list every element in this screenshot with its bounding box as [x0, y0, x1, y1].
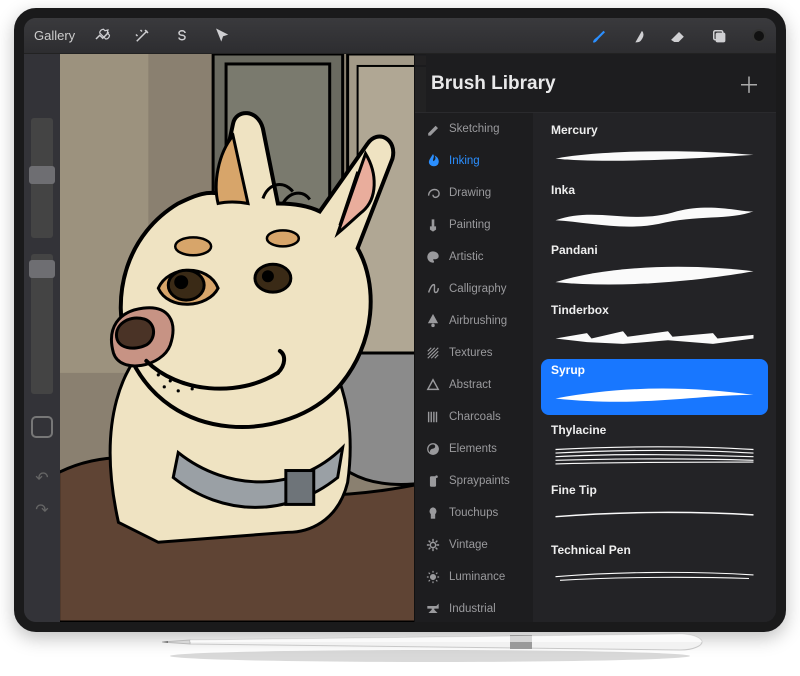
pencil-icon: [425, 121, 441, 137]
yinyang-icon: [425, 441, 441, 457]
s-tool-icon[interactable]: [169, 23, 195, 49]
brush-name: Thylacine: [551, 423, 758, 437]
category-label: Elements: [449, 443, 497, 455]
anvil-icon: [425, 601, 441, 617]
top-toolbar: Gallery: [24, 18, 776, 54]
brushes-list: Mercury Inka Pandani Tinderbox Syrup Thylacin…: [533, 113, 776, 622]
apple-pencil-illustration: [150, 620, 710, 664]
category-airbrushing[interactable]: Airbrushing: [415, 305, 533, 337]
brush-thylacine[interactable]: Thylacine: [541, 419, 768, 475]
category-artistic[interactable]: Artistic: [415, 241, 533, 273]
brush-tinderbox[interactable]: Tinderbox: [541, 299, 768, 355]
app-screen: Gallery: [24, 18, 776, 622]
category-label: Airbrushing: [449, 315, 507, 327]
brush-mercury[interactable]: Mercury: [541, 119, 768, 175]
category-label: Touchups: [449, 507, 498, 519]
brush-name: Mercury: [551, 123, 758, 137]
sun-icon: [425, 569, 441, 585]
category-sketching[interactable]: Sketching: [415, 113, 533, 145]
eraser-tool-icon[interactable]: [666, 23, 692, 49]
layers-icon[interactable]: [706, 23, 732, 49]
category-inking[interactable]: Inking: [415, 145, 533, 177]
category-luminance[interactable]: Luminance: [415, 561, 533, 593]
canvas-area[interactable]: [60, 54, 426, 622]
category-spraypaints[interactable]: Spraypaints: [415, 465, 533, 497]
category-vintage[interactable]: Vintage: [415, 529, 533, 561]
redo-icon[interactable]: ↷: [35, 500, 48, 520]
category-calligraphy[interactable]: Calligraphy: [415, 273, 533, 305]
add-brush-icon[interactable]: ＋: [738, 68, 760, 100]
category-touchups[interactable]: Touchups: [415, 497, 533, 529]
triangle-icon: [425, 377, 441, 393]
brush-size-slider[interactable]: [31, 118, 53, 238]
category-abstract[interactable]: Abstract: [415, 369, 533, 401]
wrench-icon[interactable]: [89, 23, 115, 49]
side-sliders: ↶ ↷: [24, 118, 60, 528]
category-label: Charcoals: [449, 411, 501, 423]
brush-name: Syrup: [551, 363, 758, 377]
brush-name: Inka: [551, 183, 758, 197]
brush-name: Fine Tip: [551, 483, 758, 497]
tablet-frame: Gallery: [14, 8, 786, 632]
brush-categories-list: Sketching Inking Drawing Painting Artistic Ca…: [415, 113, 533, 622]
brush-tool-icon[interactable]: [586, 23, 612, 49]
category-charcoals[interactable]: Charcoals: [415, 401, 533, 433]
brush-inka[interactable]: Inka: [541, 179, 768, 235]
script-icon: [425, 281, 441, 297]
category-painting[interactable]: Painting: [415, 209, 533, 241]
category-drawing[interactable]: Drawing: [415, 177, 533, 209]
category-elements[interactable]: Elements: [415, 433, 533, 465]
category-label: Artistic: [449, 251, 484, 263]
color-swatch[interactable]: [752, 29, 766, 43]
brush-technical-pen[interactable]: Technical Pen: [541, 539, 768, 595]
category-label: Painting: [449, 219, 491, 231]
brush-syrup[interactable]: Syrup: [541, 359, 768, 415]
category-label: Drawing: [449, 187, 491, 199]
category-label: Textures: [449, 347, 492, 359]
brush-library-panel: Brush Library ＋ Sketching Inking Drawing Pa…: [414, 54, 776, 622]
cursor-icon[interactable]: [209, 23, 235, 49]
spray-icon: [425, 313, 441, 329]
brush-name: Pandani: [551, 243, 758, 257]
brush-name: Tinderbox: [551, 303, 758, 317]
bulb-icon: [425, 505, 441, 521]
category-label: Industrial: [449, 603, 496, 615]
brush-opacity-slider[interactable]: [31, 254, 53, 394]
wand-icon[interactable]: [129, 23, 155, 49]
gallery-button[interactable]: Gallery: [34, 28, 75, 43]
can-icon: [425, 473, 441, 489]
category-label: Inking: [449, 155, 480, 167]
swirl-icon: [425, 185, 441, 201]
category-label: Abstract: [449, 379, 491, 391]
brush-name: Technical Pen: [551, 543, 758, 557]
palette-icon: [425, 249, 441, 265]
category-label: Vintage: [449, 539, 488, 551]
category-label: Calligraphy: [449, 283, 507, 295]
undo-icon[interactable]: ↶: [35, 468, 48, 488]
category-textures[interactable]: Textures: [415, 337, 533, 369]
hatch-icon: [425, 345, 441, 361]
brush-fine-tip[interactable]: Fine Tip: [541, 479, 768, 535]
modify-button[interactable]: [31, 416, 53, 438]
panel-title: Brush Library: [431, 73, 556, 95]
paintbrush-icon: [425, 217, 441, 233]
gear-icon: [425, 537, 441, 553]
brush-pandani[interactable]: Pandani: [541, 239, 768, 295]
category-industrial[interactable]: Industrial: [415, 593, 533, 622]
flame-icon: [425, 153, 441, 169]
bars-icon: [425, 409, 441, 425]
category-label: Luminance: [449, 571, 505, 583]
category-label: Sketching: [449, 123, 500, 135]
category-label: Spraypaints: [449, 475, 510, 487]
smudge-tool-icon[interactable]: [626, 23, 652, 49]
